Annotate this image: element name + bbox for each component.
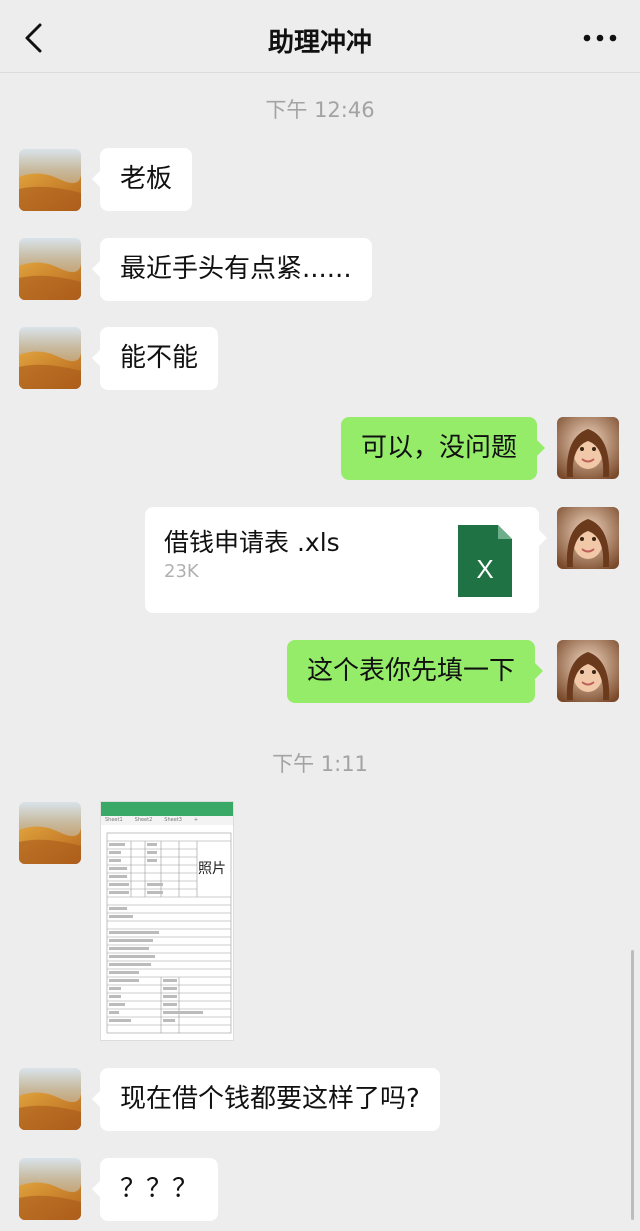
my-avatar[interactable] bbox=[557, 640, 619, 702]
message-bubble-sent[interactable]: 可以，没问题 bbox=[341, 417, 546, 480]
my-avatar[interactable] bbox=[557, 417, 619, 479]
message-bubble[interactable]: 现在借个钱都要这样了吗? bbox=[92, 1068, 440, 1131]
file-name: 借钱申请表 .xls bbox=[164, 528, 340, 557]
contact-avatar[interactable] bbox=[19, 149, 81, 211]
spreadsheet-image-message[interactable]: Sheet1 Sheet2 Sheet3 + 照片 bbox=[100, 801, 234, 1041]
sheet-tabs: Sheet1 Sheet2 Sheet3 + bbox=[101, 816, 233, 825]
file-message[interactable]: 借钱申请表 .xls 23K X bbox=[145, 507, 547, 613]
sheet-tab: Sheet3 bbox=[164, 817, 182, 823]
photo-label: 照片 bbox=[198, 861, 226, 877]
message-bubble[interactable]: ？？？ bbox=[91, 1158, 219, 1221]
chat-title: 助理冲冲 bbox=[267, 28, 372, 58]
scrollbar[interactable] bbox=[631, 950, 634, 1220]
contact-avatar[interactable] bbox=[19, 802, 81, 864]
my-avatar[interactable] bbox=[557, 507, 619, 569]
contact-avatar[interactable] bbox=[19, 327, 81, 389]
sheet-toolbar bbox=[101, 802, 233, 816]
message-bubble-sent[interactable]: 这个表你先填一下 bbox=[287, 640, 544, 703]
file-size: 23K bbox=[164, 561, 199, 582]
contact-avatar[interactable] bbox=[19, 238, 81, 300]
message-bubble[interactable]: 能不能 bbox=[91, 327, 219, 390]
message-bubble[interactable]: 最近手头有点紧...... bbox=[92, 238, 372, 301]
sheet-tab: + bbox=[193, 817, 199, 823]
chat-header: 助理冲冲 bbox=[0, 0, 640, 73]
message-bubble[interactable]: 老板 bbox=[91, 148, 193, 211]
sheet-tab: Sheet1 bbox=[105, 817, 123, 823]
excel-file-icon: X bbox=[458, 525, 512, 597]
timestamp: 下午 1:11 bbox=[272, 752, 368, 776]
excel-letter: X bbox=[476, 554, 493, 584]
more-dots-icon bbox=[583, 34, 617, 42]
contact-avatar[interactable] bbox=[19, 1068, 81, 1130]
sheet-tab: Sheet2 bbox=[134, 817, 153, 823]
contact-avatar[interactable] bbox=[19, 1158, 81, 1220]
timestamp: 下午 12:46 bbox=[265, 98, 375, 122]
more-button[interactable] bbox=[582, 22, 618, 52]
